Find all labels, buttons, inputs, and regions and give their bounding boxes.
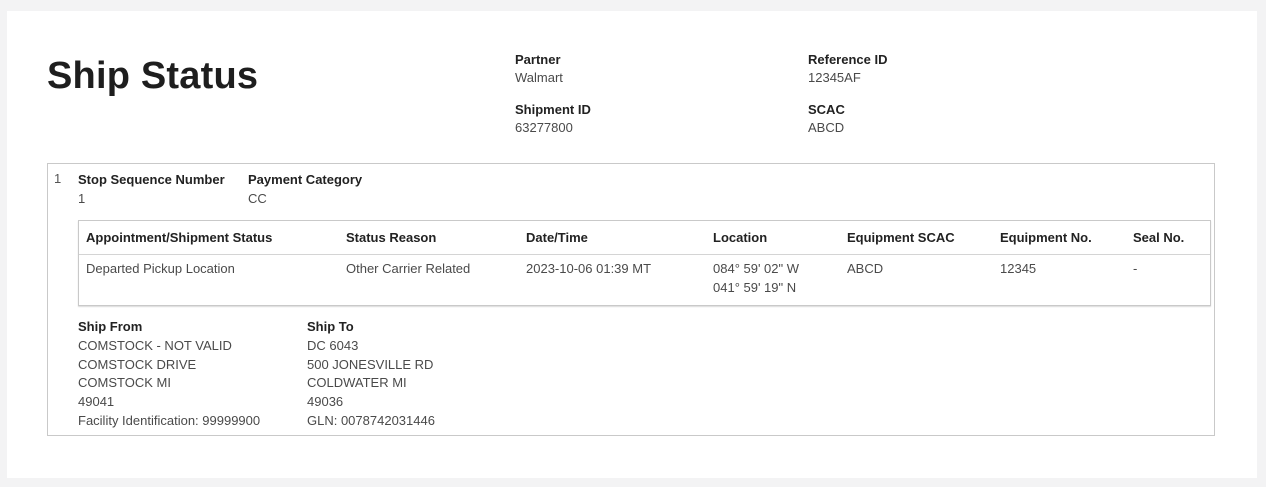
ship-to-name: DC 6043 [307, 337, 359, 353]
page-title: Ship Status [47, 55, 259, 97]
ship-from-city-state: COMSTOCK MI [78, 375, 171, 391]
status-table-header: Appointment/Shipment Status Status Reaso… [79, 221, 1210, 255]
payment-category-label: Payment Category [248, 172, 363, 187]
ship-to-gln: GLN: 0078742031446 [307, 412, 435, 428]
column-header-date-time: Date/Time [526, 230, 588, 245]
status-table: Appointment/Shipment Status Status Reaso… [78, 220, 1211, 306]
column-header-status: Appointment/Shipment Status [86, 230, 273, 245]
shipment-id-label: Shipment ID [515, 102, 591, 117]
location-longitude: 084° 59' 02" W [713, 261, 800, 276]
location-latitude: 041° 59' 19" N [713, 280, 797, 295]
stop-sequence-value: 1 [78, 191, 86, 206]
ship-to-postal-code: 49036 [307, 394, 344, 410]
shipment-id-value: 63277800 [515, 120, 573, 135]
ship-status-card: Ship Status Partner Walmart Reference ID… [7, 11, 1257, 478]
column-header-status-reason: Status Reason [346, 230, 437, 245]
scac-value: ABCD [808, 120, 845, 135]
stop-sequence-label: Stop Sequence Number [78, 172, 225, 187]
stop-index: 1 [54, 171, 62, 186]
scac-field: SCAC ABCD [808, 101, 845, 137]
cell-equipment-scac: ABCD [847, 261, 884, 276]
ship-to-label: Ship To [307, 319, 354, 334]
shipment-id-field: Shipment ID 63277800 [515, 101, 591, 137]
cell-location: 084° 59' 02" W 041° 59' 19" N [713, 259, 799, 297]
ship-to-street: 500 JONESVILLE RD [307, 356, 434, 372]
column-header-location: Location [713, 230, 768, 245]
ship-from-facility-id: Facility Identification: 99999900 [78, 412, 261, 428]
ship-from-street: COMSTOCK DRIVE [78, 356, 197, 372]
ship-from-name: COMSTOCK - NOT VALID [78, 337, 232, 353]
column-header-equipment-no: Equipment No. [1000, 230, 1092, 245]
ship-from-label: Ship From [78, 319, 143, 334]
stop-sequence-field: Stop Sequence Number 1 [78, 170, 225, 208]
cell-equipment-no: 12345 [1000, 261, 1037, 276]
cell-date-time: 2023-10-06 01:39 MT [526, 261, 652, 276]
column-header-seal-no: Seal No. [1133, 230, 1185, 245]
partner-field: Partner Walmart [515, 51, 563, 87]
ship-from-postal-code: 49041 [78, 394, 115, 410]
cell-status: Departed Pickup Location [86, 261, 235, 276]
reference-id-label: Reference ID [808, 52, 888, 67]
partner-value: Walmart [515, 70, 563, 85]
payment-category-field: Payment Category CC [248, 170, 362, 208]
column-header-equipment-scac: Equipment SCAC [847, 230, 955, 245]
ship-from-block: Ship From COMSTOCK - NOT VALID COMSTOCK … [78, 318, 260, 431]
cell-seal-no: - [1133, 261, 1138, 276]
partner-label: Partner [515, 52, 561, 67]
reference-id-value: 12345AF [808, 70, 861, 85]
ship-to-city-state: COLDWATER MI [307, 375, 407, 391]
ship-to-block: Ship To DC 6043 500 JONESVILLE RD COLDWA… [307, 318, 435, 431]
payment-category-value: CC [248, 191, 267, 206]
cell-status-reason: Other Carrier Related [346, 261, 471, 276]
stop-panel: 1 Stop Sequence Number 1 Payment Categor… [47, 163, 1215, 436]
scac-label: SCAC [808, 102, 845, 117]
reference-id-field: Reference ID 12345AF [808, 51, 887, 87]
